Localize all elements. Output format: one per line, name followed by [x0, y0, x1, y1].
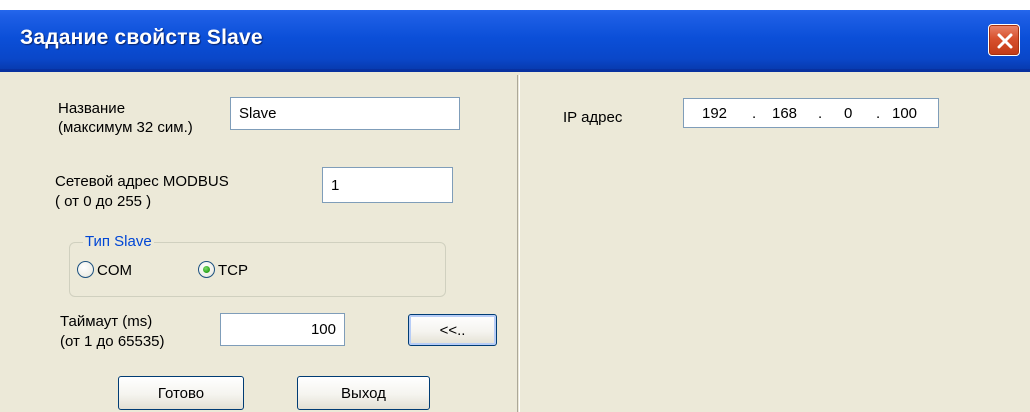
ip-separator: .: [876, 105, 881, 122]
radio-tcp-selected-dot: [203, 266, 210, 273]
window-title: Задание свойств Slave: [20, 26, 263, 49]
name-input[interactable]: [230, 97, 460, 130]
radio-tcp[interactable]: [198, 261, 215, 278]
ip-address-field[interactable]: 192 . 168 . 0 . 100: [683, 98, 939, 128]
ok-button[interactable]: Готово: [118, 376, 244, 410]
ip-octet-1[interactable]: 192: [702, 104, 727, 123]
modbus-address-input[interactable]: [322, 167, 453, 203]
radio-tcp-label[interactable]: TCP: [218, 261, 248, 280]
timeout-label: Таймаут (ms): [60, 313, 153, 330]
exit-button[interactable]: Выход: [297, 376, 430, 410]
collapse-button[interactable]: <<..: [408, 314, 497, 346]
close-button[interactable]: [988, 24, 1020, 56]
modbus-address-range: ( от 0 до 255 ): [55, 193, 152, 210]
ip-address-label: IP адрес: [563, 109, 623, 126]
ip-octet-3[interactable]: 0: [844, 104, 852, 123]
modbus-address-label: Сетевой адрес MODBUS: [55, 173, 229, 190]
ip-octet-4[interactable]: 100: [892, 104, 917, 123]
ip-separator: .: [752, 105, 757, 122]
dialog-window: Задание свойств Slave Название (максимум…: [0, 0, 1030, 412]
ip-octet-2[interactable]: 168: [772, 104, 797, 123]
timeout-range: (от 1 до 65535): [60, 333, 165, 350]
title-bar[interactable]: Задание свойств Slave: [0, 0, 1030, 72]
panel-divider: [517, 75, 520, 412]
timeout-input[interactable]: [220, 313, 345, 346]
slave-type-group-title: Тип Slave: [83, 232, 154, 251]
ip-separator: .: [818, 105, 823, 122]
name-label-hint: (максимум 32 сим.): [58, 119, 193, 136]
close-icon: [997, 33, 1013, 49]
radio-com[interactable]: [77, 261, 94, 278]
dialog-body: Название (максимум 32 сим.) Сетевой адре…: [5, 75, 1030, 412]
radio-com-label[interactable]: COM: [97, 261, 132, 280]
name-label: Название: [58, 100, 126, 117]
title-bar-top-strip: [0, 0, 1030, 10]
